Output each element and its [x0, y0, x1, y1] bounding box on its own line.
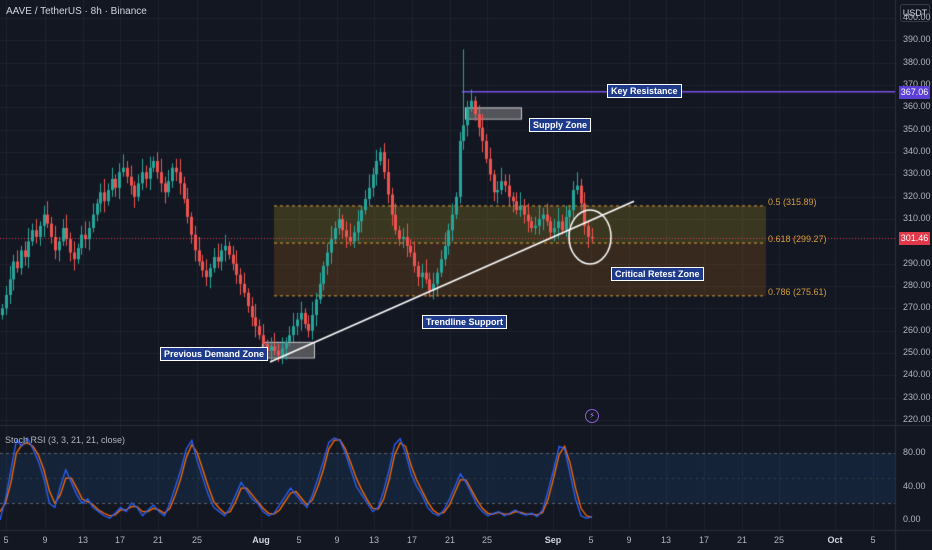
stoch-rsi-legend[interactable]: Stoch RSI (3, 3, 21, 21, close)	[5, 435, 125, 445]
critical-retest-zone-label[interactable]: Critical Retest Zone	[611, 267, 704, 281]
time-tick-label: 25	[773, 535, 785, 545]
time-tick-label: Oct	[827, 535, 843, 545]
last-price-tag: 301.46	[899, 232, 930, 246]
time-tick-label: 13	[77, 535, 89, 545]
time-tick-label: 5	[870, 535, 876, 545]
time-tick-label: 25	[481, 535, 493, 545]
price-tick-label: 250.00	[903, 347, 931, 358]
rsi-tick-label: 40.00	[903, 480, 926, 491]
price-tick-label: 320.00	[903, 190, 931, 201]
price-tick-label: 230.00	[903, 391, 931, 402]
price-tick-label: 240.00	[903, 369, 931, 380]
time-tick-label: 21	[444, 535, 456, 545]
fib-level-0.5: 0.5 (315.89)	[768, 196, 817, 207]
time-tick-label: 17	[114, 535, 126, 545]
price-tick-label: 350.00	[903, 123, 931, 134]
rsi-tick-label: 0.00	[903, 514, 921, 524]
price-tick-label: 280.00	[903, 280, 931, 291]
price-tick-label: 380.00	[903, 56, 931, 67]
time-tick-label: Sep	[544, 535, 562, 545]
price-tick-label: 340.00	[903, 146, 931, 157]
fib-level-0.618: 0.618 (299.27)	[768, 234, 827, 245]
price-tick-label: 220.00	[903, 414, 931, 424]
price-tick-label: 330.00	[903, 168, 931, 179]
price-tick-label: 290.00	[903, 257, 931, 268]
key-resistance-price-tag: 367.06	[899, 85, 930, 99]
trendline-support-label[interactable]: Trendline Support	[422, 315, 508, 329]
symbol-title[interactable]: AAVE / TetherUS · 8h · Binance	[6, 6, 147, 17]
price-tick-label: 270.00	[903, 302, 931, 313]
price-chart-canvas[interactable]	[0, 0, 932, 550]
time-tick-label: 25	[191, 535, 203, 545]
previous-demand-zone-label[interactable]: Previous Demand Zone	[160, 347, 269, 361]
time-tick-label: Aug	[252, 535, 270, 545]
price-tick-label: 310.00	[903, 213, 931, 224]
rsi-tick-label: 80.00	[903, 447, 926, 457]
time-tick-label: 9	[42, 535, 48, 545]
price-tick-label: 260.00	[903, 324, 931, 335]
time-tick-label: 17	[698, 535, 710, 545]
time-tick-label: 5	[588, 535, 594, 545]
price-tick-label: 390.00	[903, 34, 931, 45]
price-tick-label: 400.00	[903, 12, 931, 23]
time-tick-label: 13	[660, 535, 672, 545]
key-resistance-label[interactable]: Key Resistance	[607, 84, 682, 98]
supply-zone-label[interactable]: Supply Zone	[529, 118, 591, 132]
time-tick-label: 21	[152, 535, 164, 545]
price-tick-label: 360.00	[903, 101, 931, 112]
fib-level-0.786: 0.786 (275.61)	[768, 286, 827, 297]
time-tick-label: 13	[368, 535, 380, 545]
time-tick-label: 21	[736, 535, 748, 545]
time-tick-label: 5	[296, 535, 302, 545]
time-tick-label: 17	[406, 535, 418, 545]
time-tick-label: 9	[334, 535, 340, 545]
time-tick-label: 9	[626, 535, 632, 545]
lightning-event-icon[interactable]: ⚡	[585, 409, 599, 423]
time-tick-label: 5	[3, 535, 9, 545]
